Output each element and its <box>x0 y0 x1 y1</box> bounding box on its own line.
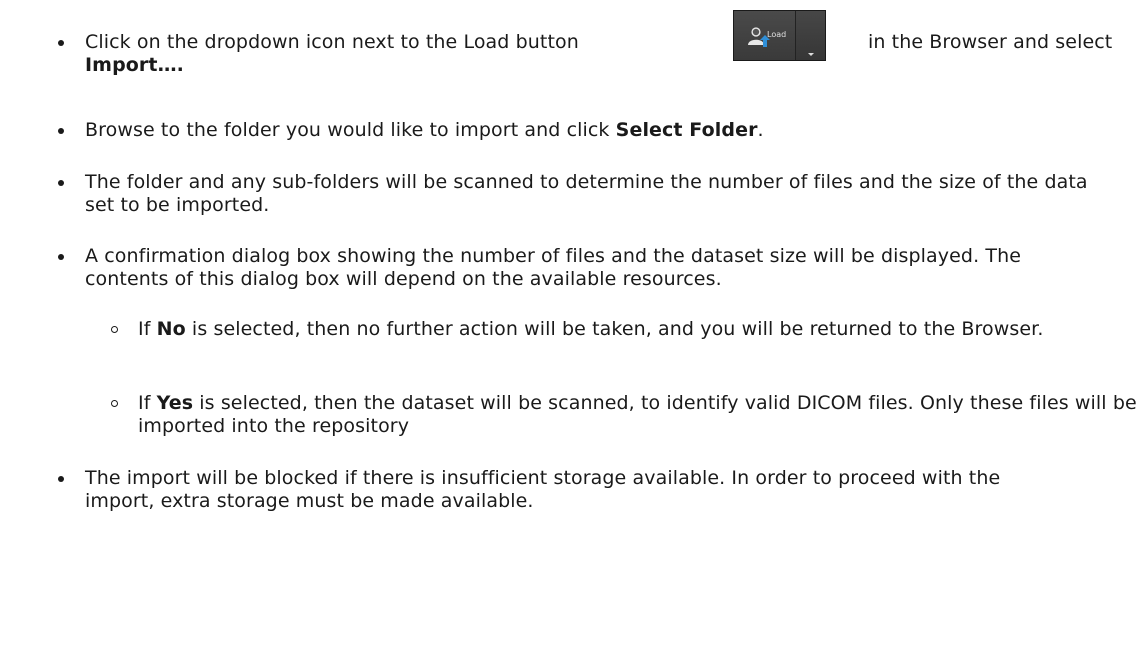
text-segment: If <box>138 392 157 414</box>
sub-item-yes: If Yes is selected, then the dataset wil… <box>111 392 1137 440</box>
bullet-item-storage: The import will be blocked if there is i… <box>58 467 1128 515</box>
bullet-text: Browse to the folder you would like to i… <box>85 119 1128 142</box>
bullet-dot <box>58 476 64 482</box>
bullet-dot <box>58 180 64 186</box>
bullet-text: If No is selected, then no further actio… <box>138 318 1138 341</box>
bullet-item-confirmation: A confirmation dialog box showing the nu… <box>58 245 1128 293</box>
bullet-dot <box>58 128 64 134</box>
text-segment: in the Browser and select <box>868 31 1113 53</box>
load-split-button[interactable]: Load <box>733 10 826 61</box>
bullet-item-load-dropdown: Click on the dropdown icon next to the L… <box>58 31 1128 91</box>
text-segment: If <box>138 318 157 340</box>
text-segment: The folder and any sub-folders will be s… <box>85 171 1088 216</box>
text-segment: is selected, then no further action will… <box>185 318 1044 340</box>
bullet-item-scan: The folder and any sub-folders will be s… <box>58 171 1128 219</box>
no-option-label: No <box>156 318 186 340</box>
text-segment: is selected, then the dataset will be sc… <box>138 392 1137 437</box>
circle-bullet <box>111 400 118 407</box>
menu-item-import: Import…. <box>85 54 184 76</box>
text-segment: A confirmation dialog box showing the nu… <box>85 245 1022 290</box>
bullet-text: Click on the dropdown icon next to the L… <box>85 31 1128 91</box>
circle-bullet <box>111 326 118 333</box>
bullet-text: The folder and any sub-folders will be s… <box>85 171 1095 217</box>
bullet-item-browse: Browse to the folder you would like to i… <box>58 119 1128 143</box>
caret-down-icon <box>807 53 814 56</box>
document: Click on the dropdown icon next to the L… <box>0 0 1140 646</box>
text-segment: The import will be blocked if there is i… <box>85 467 1001 512</box>
bullet-dot <box>58 40 64 46</box>
bullet-text: The import will be blocked if there is i… <box>85 467 1075 513</box>
text-segment: Click on the dropdown icon next to the L… <box>85 31 579 53</box>
bullet-text: A confirmation dialog box showing the nu… <box>85 245 1065 291</box>
text-segment: . <box>757 119 764 141</box>
bullet-text: If Yes is selected, then the dataset wil… <box>138 392 1138 438</box>
bullet-dot <box>58 254 64 260</box>
sub-item-no: If No is selected, then no further actio… <box>111 318 1131 366</box>
yes-option-label: Yes <box>156 392 194 414</box>
load-dropdown-button[interactable] <box>796 11 825 60</box>
load-button[interactable]: Load <box>734 11 796 60</box>
select-folder-label: Select Folder <box>615 119 758 141</box>
load-button-label: Load <box>767 30 787 39</box>
text-segment: Browse to the folder you would like to i… <box>85 119 616 141</box>
